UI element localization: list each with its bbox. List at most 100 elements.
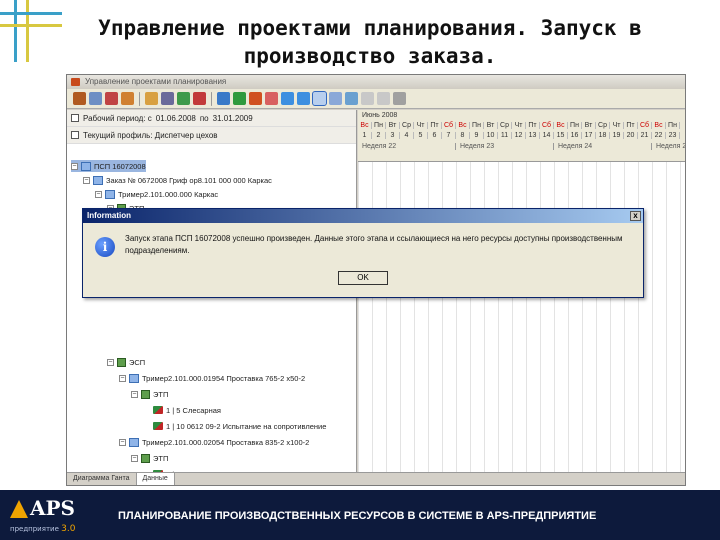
tree-node[interactable]: – ЭСП bbox=[107, 356, 145, 368]
folder-icon[interactable] bbox=[145, 92, 158, 105]
settings-icon[interactable] bbox=[89, 92, 102, 105]
gantt-day-number: 11 bbox=[498, 132, 512, 139]
zoom-out-icon[interactable] bbox=[377, 92, 390, 105]
tab-data[interactable]: Данные bbox=[136, 473, 175, 485]
gantt-month: Июнь 2008 bbox=[362, 112, 398, 119]
zoom-in-icon[interactable] bbox=[361, 92, 374, 105]
export-icon[interactable] bbox=[265, 92, 278, 105]
info-dialog: Information x i Запуск этапа ПСП 1607200… bbox=[82, 208, 644, 298]
toolbar-separator bbox=[211, 91, 212, 106]
part-icon bbox=[105, 189, 115, 199]
tree-node-label: Тример2.101.000.02054 Проставка 835-2 х1… bbox=[142, 437, 310, 447]
tree-node[interactable]: – Тример2.101.000.01954 Проставка 765-2 х… bbox=[119, 372, 305, 384]
gantt-day-number: 20 bbox=[624, 132, 638, 139]
gantt-day-name: Пн bbox=[470, 122, 484, 129]
gantt-day-names: Вс Пн Вт Ср Чт Пт Сб Вс Пн Вт Ср Чт Пт Сб Вс Пн Вт Ср Чт Пт… bbox=[358, 122, 680, 129]
dialog-message: Запуск этапа ПСП 16072008 успешно произв… bbox=[125, 234, 623, 255]
gantt-day-name: Вс bbox=[554, 122, 568, 129]
period-from[interactable]: 01.06.2008 bbox=[156, 114, 196, 123]
stage-icon bbox=[117, 357, 126, 367]
tab-gantt[interactable]: Диаграмма Ганта bbox=[67, 473, 137, 485]
dialog-titlebar: Information x bbox=[83, 209, 643, 223]
period-to-label: по bbox=[199, 113, 209, 123]
gantt-week-label: Неделя 24 bbox=[554, 143, 652, 150]
gantt-day-name: Вс bbox=[456, 122, 470, 129]
gantt-day-number: 6 bbox=[428, 132, 442, 139]
tree-node[interactable]: – Тример2.101.000.000 Каркас bbox=[95, 188, 218, 200]
chart-icon[interactable] bbox=[345, 92, 358, 105]
gantt-day-name: Вс bbox=[358, 122, 372, 129]
arrow-left-icon[interactable] bbox=[281, 92, 294, 105]
expand-toggle[interactable]: – bbox=[119, 374, 126, 382]
tree-node-label: ЭТП bbox=[153, 453, 169, 463]
expand-toggle[interactable]: – bbox=[131, 390, 138, 398]
tree-view-icon[interactable] bbox=[312, 91, 327, 106]
ok-button[interactable]: OK bbox=[338, 271, 388, 285]
dialog-title: Information bbox=[87, 211, 131, 220]
tree-node-label: Тример2.101.000.000 Каркас bbox=[118, 189, 219, 199]
tree-node-label: ЭТП bbox=[153, 389, 169, 399]
expand-toggle[interactable]: – bbox=[71, 162, 78, 170]
play-icon[interactable] bbox=[233, 92, 246, 105]
chevron-down-icon[interactable] bbox=[393, 92, 406, 105]
tree-node[interactable]: – Тример2.101.000.02054 Проставка 835-2 х… bbox=[119, 436, 309, 448]
gantt-day-number: 19 bbox=[610, 132, 624, 139]
arrow-right-icon[interactable] bbox=[297, 92, 310, 105]
expand-toggle[interactable]: – bbox=[107, 358, 114, 366]
gantt-day-name: Пн bbox=[568, 122, 582, 129]
logo-version: 3.0 bbox=[61, 524, 76, 534]
gantt-day-number: 12 bbox=[512, 132, 526, 139]
current-profile: Текущий профиль: Диспетчер цехов bbox=[83, 130, 218, 140]
tree-node[interactable]: – ПСП 16072008 bbox=[71, 160, 146, 172]
gantt-day-number: 16 bbox=[568, 132, 582, 139]
window-icon[interactable] bbox=[217, 92, 230, 105]
logo-subtitle: предприятие 3.0 bbox=[10, 524, 75, 534]
gantt-day-number: 2 bbox=[372, 132, 386, 139]
part-icon bbox=[129, 373, 139, 383]
gantt-day-name: Пт bbox=[624, 122, 638, 129]
tree-node-label: Тример2.101.000.01954 Проставка 765-2 х5… bbox=[142, 373, 306, 383]
gantt-day-name: Пн bbox=[666, 122, 680, 129]
period-checkbox[interactable] bbox=[71, 114, 79, 122]
aps-mark-icon bbox=[10, 500, 28, 518]
tree-node[interactable]: 1 | 5 Слесарная bbox=[143, 404, 221, 416]
folder-icon bbox=[81, 161, 91, 171]
launch-icon[interactable] bbox=[177, 92, 190, 105]
expand-toggle[interactable]: – bbox=[83, 176, 90, 184]
copy-icon[interactable] bbox=[121, 92, 134, 105]
gantt-week-label: Неделя 22 bbox=[358, 143, 456, 150]
tree-node-label: 1 | 10 0612 09-2 Испытание на сопротивле… bbox=[166, 421, 327, 431]
logo-text: APS bbox=[30, 496, 75, 520]
gantt-day-number: 9 bbox=[470, 132, 484, 139]
users-icon[interactable] bbox=[161, 92, 174, 105]
gantt-day-number: 4 bbox=[400, 132, 414, 139]
info-icon: i bbox=[95, 237, 115, 257]
gantt-day-number: 17 bbox=[582, 132, 596, 139]
operation-icon bbox=[153, 406, 163, 414]
cancel-launch-icon[interactable] bbox=[193, 92, 206, 105]
gantt-header: Июнь 2008 Вс Пн Вт Ср Чт Пт Сб Вс Пн Вт Ср Чт Пт Сб Вс… bbox=[358, 110, 685, 162]
close-button[interactable]: x bbox=[630, 211, 641, 221]
expand-toggle[interactable]: – bbox=[119, 438, 126, 446]
gantt-day-number: 5 bbox=[414, 132, 428, 139]
gantt-day-name: Чт bbox=[414, 122, 428, 129]
tree-node-label: ЭСП bbox=[129, 357, 146, 367]
gantt-day-name: Вт bbox=[582, 122, 596, 129]
delete-icon[interactable] bbox=[105, 92, 118, 105]
profile-checkbox[interactable] bbox=[71, 131, 79, 139]
gantt-day-name: Вт bbox=[386, 122, 400, 129]
gantt-day-name: Чт bbox=[610, 122, 624, 129]
operation-icon bbox=[153, 422, 163, 430]
tree-node[interactable]: – Заказ № 0672008 Гриф ор8.101 000 000 Ка… bbox=[83, 174, 272, 186]
tree-node[interactable]: – ЭТП bbox=[131, 452, 168, 464]
expand-toggle[interactable]: – bbox=[95, 190, 102, 198]
gantt-view-icon[interactable] bbox=[329, 92, 342, 105]
tree-node[interactable]: – ЭТП bbox=[131, 388, 168, 400]
expand-toggle[interactable]: – bbox=[131, 454, 138, 462]
tree-node[interactable]: 1 | 10 0612 09-2 Испытание на сопротивле… bbox=[143, 420, 326, 432]
stop-icon[interactable] bbox=[249, 92, 262, 105]
open-icon[interactable] bbox=[73, 92, 86, 105]
period-to[interactable]: 31.01.2009 bbox=[213, 114, 253, 123]
gantt-day-name: Сб bbox=[638, 122, 652, 129]
window-titlebar: Управление проектами планирования bbox=[67, 75, 685, 89]
